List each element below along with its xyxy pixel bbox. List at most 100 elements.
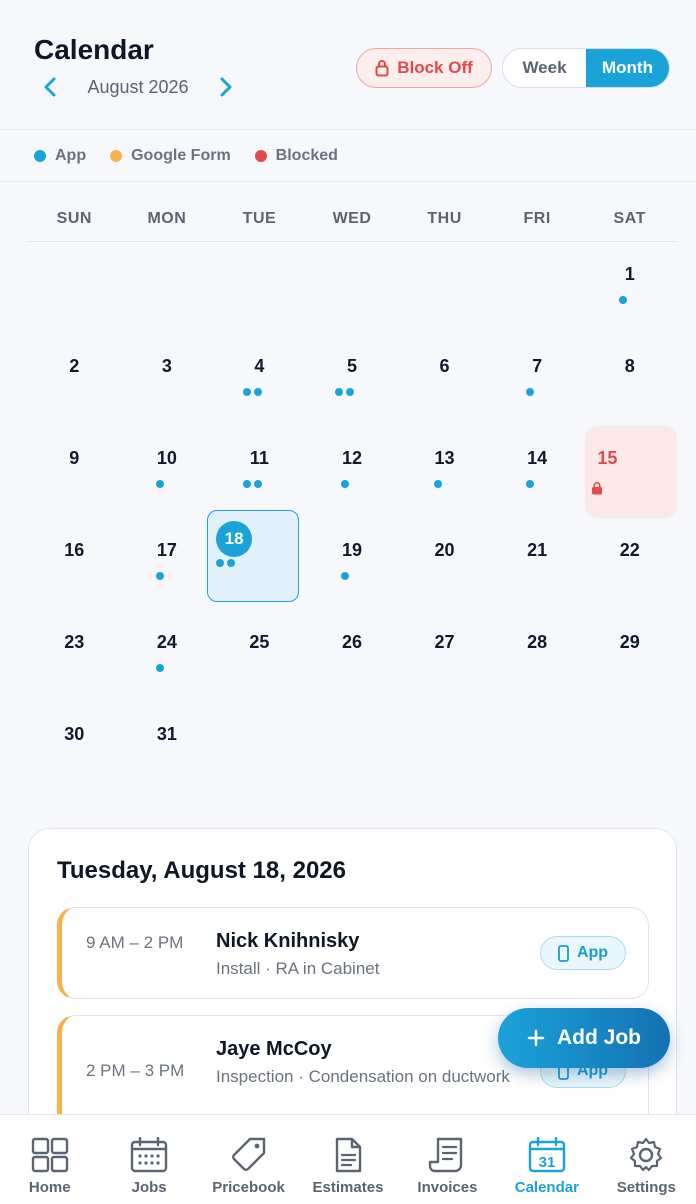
day-number: 31 (156, 724, 177, 744)
day-number: 15 (597, 448, 618, 468)
day-cell[interactable]: 16 (28, 518, 121, 610)
nav-label: Calendar (514, 1179, 579, 1196)
add-job-button[interactable]: Add Job (498, 1008, 670, 1068)
job-dot (155, 664, 164, 672)
day-number: 28 (527, 632, 548, 652)
day-number: 21 (527, 540, 548, 560)
job-dots (569, 296, 676, 304)
weekday-label: TUE (242, 210, 277, 227)
weekday-label: WED (332, 210, 372, 227)
chevron-right-icon (220, 77, 232, 97)
nav-item-calendar[interactable]: 31 Calendar (497, 1115, 596, 1204)
legend-label: Blocked (275, 146, 338, 164)
empty-cell (306, 242, 399, 334)
job-dots (216, 559, 236, 567)
weekday-label: SAT (613, 210, 646, 227)
day-cell[interactable]: 5 (306, 334, 399, 426)
day-number: 25 (249, 632, 270, 652)
job-dots (107, 572, 214, 580)
day-number: 16 (64, 540, 85, 560)
legend-dot (254, 149, 267, 162)
nav-item-invoices[interactable]: Invoices (398, 1115, 497, 1204)
day-cell[interactable]: 10 (121, 426, 214, 518)
nav-item-jobs[interactable]: Jobs (99, 1115, 198, 1204)
day-cell[interactable]: 24 (121, 610, 214, 702)
day-cell[interactable]: 6 (398, 334, 491, 426)
day-cell[interactable]: 2 (28, 334, 121, 426)
day-cell-selected[interactable]: 18 (207, 510, 306, 610)
day-number: 19 (341, 540, 362, 560)
calendar-badge-text: 31 (539, 1154, 556, 1171)
legend-item-blocked: Blocked (254, 146, 338, 165)
day-cell[interactable]: 19 (306, 518, 399, 610)
nav-item-estimates[interactable]: Estimates (298, 1115, 397, 1204)
day-cell[interactable]: 26 (306, 610, 399, 702)
day-cell[interactable]: 29 (583, 610, 676, 702)
next-month-button[interactable] (214, 72, 238, 102)
nav-label: Jobs (131, 1179, 167, 1196)
day-cell[interactable]: 20 (398, 518, 491, 610)
day-cell[interactable]: 28 (491, 610, 584, 702)
job-card[interactable]: 9 AM – 2 PM Nick Knihnisky Install · RA … (57, 907, 649, 999)
day-cell[interactable]: 1 (583, 242, 676, 334)
day-cell[interactable]: 13 (398, 426, 491, 518)
job-dot (155, 572, 164, 580)
month-view-button[interactable]: Month (586, 49, 669, 87)
job-dot (340, 572, 349, 580)
day-cell[interactable]: 17 (121, 518, 214, 610)
legend-label: Google Form (131, 146, 231, 164)
day-cell[interactable]: 11 (213, 426, 306, 518)
day-number: 8 (624, 356, 635, 376)
job-dots (384, 480, 491, 488)
day-cell[interactable]: 30 (28, 702, 121, 794)
week-view-button[interactable]: Week (503, 49, 586, 87)
job-dot (227, 559, 236, 567)
job-customer-name: Jaye McCoy (216, 1038, 332, 1060)
day-cell[interactable]: 3 (121, 334, 214, 426)
job-description: Install · RA in Cabinet (216, 959, 380, 978)
day-cell[interactable]: 7 (491, 334, 584, 426)
day-cell[interactable]: 27 (398, 610, 491, 702)
legend-dot (110, 149, 123, 162)
job-dot (242, 388, 251, 396)
job-dot (340, 480, 349, 488)
day-cell[interactable]: 14 (491, 426, 584, 518)
job-dots (292, 388, 399, 396)
job-dots (477, 480, 584, 488)
job-description: Inspection · Condensation on ductwork (216, 1067, 510, 1086)
job-dots (199, 480, 306, 488)
prev-month-button[interactable] (38, 72, 62, 102)
legend-item-app: App (34, 147, 86, 165)
weekday-header-row: SUN MON TUE WED THU FRI SAT (28, 200, 676, 242)
day-number: 26 (341, 632, 362, 652)
day-cell[interactable]: 23 (28, 610, 121, 702)
day-cell[interactable]: 8 (583, 334, 676, 426)
day-cell[interactable]: 22 (583, 518, 676, 610)
day-cell[interactable]: 4 (213, 334, 306, 426)
job-dot (346, 388, 355, 396)
day-cell[interactable]: 9 (28, 426, 121, 518)
day-number: 22 (619, 540, 640, 560)
source-label: App (576, 944, 609, 961)
view-toggle: Week Month (502, 48, 670, 88)
nav-label: Settings (616, 1179, 676, 1196)
job-dot (433, 480, 442, 488)
day-cell[interactable]: 21 (491, 518, 584, 610)
day-cell[interactable]: 31 (121, 702, 214, 794)
day-cell[interactable]: 12 (306, 426, 399, 518)
job-dots (199, 388, 306, 396)
day-number: 3 (161, 356, 172, 376)
nav-item-home[interactable]: Home (0, 1115, 99, 1204)
day-number: 24 (156, 632, 177, 652)
job-dot (526, 480, 535, 488)
day-number: 17 (156, 540, 177, 560)
day-cell[interactable]: 25 (213, 610, 306, 702)
empty-cell (121, 242, 214, 334)
day-number: 6 (439, 356, 450, 376)
weekday-label: THU (427, 210, 462, 227)
nav-item-settings[interactable]: Settings (597, 1115, 696, 1204)
day-cell-blocked[interactable]: 15 (583, 426, 678, 518)
job-dots (292, 480, 399, 488)
block-off-button[interactable]: Block Off (356, 48, 492, 88)
nav-item-pricebook[interactable]: Pricebook (199, 1115, 298, 1204)
